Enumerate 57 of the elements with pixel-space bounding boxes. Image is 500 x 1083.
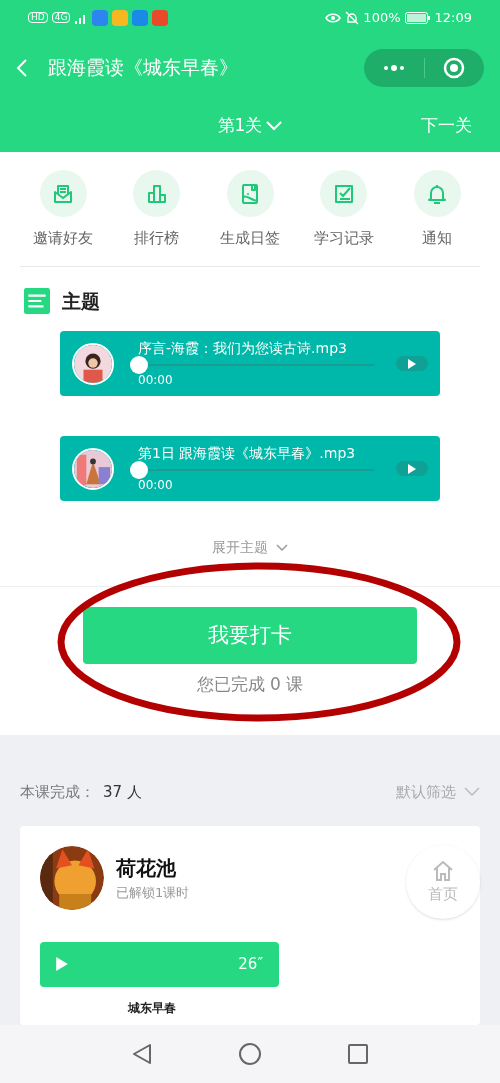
audio-time: 00:00: [138, 372, 174, 389]
battery-icon: [404, 11, 431, 24]
clock: 12:09: [434, 8, 472, 27]
post-caption: 城东早春: [128, 999, 177, 1017]
app-icon: [112, 9, 129, 26]
home-icon[interactable]: [238, 1042, 262, 1066]
app-icon: [152, 9, 169, 26]
more-icon[interactable]: [381, 63, 406, 72]
audio-slider[interactable]: [130, 461, 374, 479]
bell-off-icon: [345, 10, 360, 25]
audio-title: 序言-海霞：我们为您读古诗.mp3: [138, 339, 348, 358]
recents-icon[interactable]: [346, 1042, 370, 1066]
shortcut-label: 通知: [422, 228, 452, 249]
user-name: 荷花池: [116, 854, 177, 882]
network-badge: HD: [28, 12, 48, 23]
network-badge: 4G: [51, 12, 71, 23]
checkin-button[interactable]: 我要打卡: [83, 607, 417, 664]
audio-slider[interactable]: [130, 356, 374, 374]
play-icon: [408, 463, 416, 474]
progress-thumb[interactable]: [130, 356, 148, 374]
shortcut-button[interactable]: 生成日签: [205, 170, 295, 250]
back-icon[interactable]: [130, 1042, 154, 1066]
shortcut-button[interactable]: 排行榜: [111, 170, 202, 250]
progress-thumb[interactable]: [130, 461, 148, 479]
list-icon: [24, 287, 50, 314]
section-title: 主题: [62, 288, 100, 314]
play-button[interactable]: [396, 356, 428, 371]
play-icon: [408, 358, 416, 369]
chevron-down-icon: [266, 121, 283, 131]
audio-title: 第1日 跟海霞读《城东早春》.mp3: [138, 444, 357, 463]
page-title: 跟海霞读《城东早春》: [48, 55, 238, 81]
shortcut-label: 邀请好友: [33, 228, 93, 249]
next-level-link[interactable]: 下一关: [421, 113, 472, 139]
completed-count: 您已完成 0 课: [196, 673, 304, 696]
chevron-down-icon: [276, 543, 288, 552]
expand-topic-link[interactable]: 展开主题: [212, 537, 288, 558]
battery-percent: 100%: [363, 8, 401, 27]
shortcut-button[interactable]: 学习记录: [298, 170, 389, 250]
shortcut-button[interactable]: 邀请好友: [18, 170, 108, 250]
house-icon: [431, 858, 455, 883]
audio-time: 00:00: [138, 477, 174, 494]
shortcut-button[interactable]: 通知: [392, 170, 482, 250]
filter-dropdown[interactable]: 默认筛选: [396, 781, 480, 804]
shortcut-label: 排行榜: [134, 228, 179, 249]
voice-play-button[interactable]: 26″: [40, 941, 279, 987]
completion-label: 本课完成：: [20, 782, 95, 803]
app-icon: [92, 9, 109, 26]
chevron-down-icon: [464, 787, 480, 798]
shortcut-label: 学习记录: [313, 228, 374, 249]
app-icon: [132, 9, 149, 26]
level-dropdown[interactable]: 第1关: [217, 113, 283, 139]
shortcut-label: 生成日签: [220, 228, 280, 249]
play-icon: [56, 957, 68, 971]
capsule-menu[interactable]: [364, 48, 484, 87]
eye-icon: [325, 11, 342, 24]
play-button[interactable]: [396, 461, 428, 476]
completion-count: 37 人: [103, 782, 142, 803]
